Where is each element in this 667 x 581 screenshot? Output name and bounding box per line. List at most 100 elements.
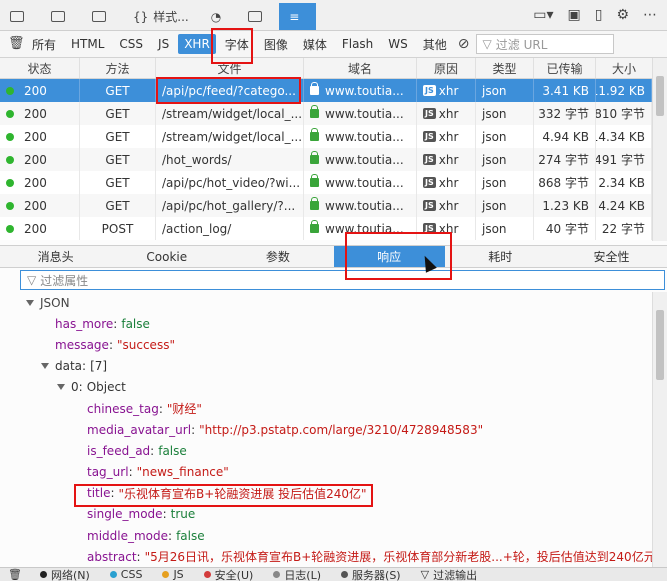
trash-icon[interactable]: 🗑 <box>0 568 30 581</box>
gear-icon[interactable]: ⚙ <box>616 7 629 23</box>
expand-triangle-icon[interactable] <box>26 299 34 306</box>
devtools-tab-style-editor[interactable]: {} 样式... <box>123 3 201 30</box>
devtools-tab-console[interactable] <box>41 3 82 30</box>
filter-media[interactable]: 媒体 <box>297 34 333 54</box>
js-badge-icon: JS <box>423 223 436 234</box>
logging-dot-icon <box>273 571 281 578</box>
debugger-icon <box>92 11 106 22</box>
devtools-tab-memory[interactable] <box>238 3 279 30</box>
bottom-filter-output[interactable]: ▽ 过滤输出 <box>411 568 487 581</box>
json-response-tree: JSON has_more: false message: "success" da… <box>0 292 652 567</box>
table-row[interactable]: 200 GET /stream/widget/local_... www.tou… <box>0 102 652 125</box>
bottom-filter-js[interactable]: JS <box>152 568 193 581</box>
table-row[interactable]: 200 GET /api/pc/hot_video/?wi... www.tou… <box>0 171 652 194</box>
filter-url-input[interactable]: ▽ 过滤 URL <box>475 34 614 54</box>
filter-fonts[interactable]: 字体 <box>219 34 255 54</box>
expand-triangle-icon[interactable] <box>41 363 49 370</box>
response-scrollbar[interactable] <box>652 292 667 567</box>
js-badge-icon: JS <box>423 200 436 211</box>
json-line[interactable]: has_more: false <box>0 313 652 334</box>
header-domain[interactable]: 域名 <box>304 58 417 78</box>
bottom-filter-security[interactable]: 安全(U) <box>194 568 264 581</box>
devtools-tab-inspector[interactable] <box>0 3 41 30</box>
header-type[interactable]: 类型 <box>476 58 534 78</box>
server-dot-icon <box>341 571 349 578</box>
table-row[interactable]: 200 GET /api/pc/feed/?catego... www.tout… <box>0 79 652 102</box>
table-row[interactable]: 200 GET /stream/widget/local_... www.tou… <box>0 125 652 148</box>
bottom-filter-logging[interactable]: 日志(L) <box>263 568 331 581</box>
devtools-toolbar-icons: ▭▾ ▣ ▯ ⚙ ⋯ <box>533 0 667 30</box>
expand-triangle-icon[interactable] <box>57 384 65 391</box>
filter-ws[interactable]: WS <box>382 34 413 54</box>
lock-icon <box>310 128 319 141</box>
bottom-filter-css[interactable]: CSS <box>100 568 153 581</box>
header-transferred[interactable]: 已传输 <box>534 58 596 78</box>
persist-logs-icon[interactable]: ⊘ <box>458 36 470 52</box>
js-badge-icon: JS <box>423 131 436 142</box>
filter-funnel-icon: ▽ <box>482 37 492 51</box>
devtools-tab-debugger[interactable] <box>82 3 123 30</box>
json-line[interactable]: abstract: "5月26日讯，乐视体育宣布B+轮融资进展，乐视体育部分新老股… <box>0 546 652 567</box>
tab-timings[interactable]: 耗时 <box>445 246 556 267</box>
json-line[interactable]: single_mode: true <box>0 504 652 525</box>
inspector-icon <box>10 11 24 22</box>
tab-params[interactable]: 参数 <box>222 246 333 267</box>
tab-headers[interactable]: 消息头 <box>0 246 111 267</box>
filter-images[interactable]: 图像 <box>258 34 294 54</box>
status-ok-icon <box>6 178 14 187</box>
json-line[interactable]: media_avatar_url: "http://p3.pstatp.com/l… <box>0 419 652 440</box>
trash-icon[interactable]: 🗑 <box>8 36 25 51</box>
lock-icon <box>310 151 319 164</box>
devtools-tab-strip: {} 样式... ◔ ≡ ▭▾ ▣ ▯ ⚙ ⋯ <box>0 0 667 31</box>
json-line[interactable]: 0: Object <box>0 377 652 398</box>
dock-layout-icon[interactable]: ▭▾ <box>533 7 553 23</box>
scrollbar-thumb[interactable] <box>656 310 664 380</box>
tab-cookies[interactable]: Cookie <box>111 246 222 267</box>
filter-all[interactable]: 所有 <box>26 34 62 54</box>
json-line-title[interactable]: title: "乐视体育宣布B+轮融资进展 投后估值240亿" <box>0 483 652 504</box>
lock-icon <box>310 197 319 210</box>
js-dot-icon <box>162 571 170 578</box>
split-console-icon[interactable]: ▣ <box>567 7 580 23</box>
gauge-icon: ◔ <box>210 9 222 24</box>
tab-security[interactable]: 安全性 <box>556 246 667 267</box>
lock-icon <box>310 82 319 95</box>
filter-flash[interactable]: Flash <box>336 34 379 54</box>
json-line[interactable]: chinese_tag: "财经" <box>0 398 652 419</box>
devtools-tab-network[interactable]: ≡ <box>279 3 317 30</box>
detail-tab-bar: 消息头 Cookie 参数 响应 耗时 安全性 <box>0 245 667 268</box>
filter-xhr[interactable]: XHR <box>178 34 216 54</box>
filter-css[interactable]: CSS <box>113 34 149 54</box>
filter-html[interactable]: HTML <box>65 34 110 54</box>
json-line[interactable]: data: [7] <box>0 356 652 377</box>
json-line[interactable]: message: "success" <box>0 334 652 355</box>
json-line[interactable]: tag_url: "news_finance" <box>0 462 652 483</box>
scrollbar-thumb[interactable] <box>656 76 664 116</box>
header-method[interactable]: 方法 <box>80 58 156 78</box>
filter-other[interactable]: 其他 <box>417 34 453 54</box>
header-size[interactable]: 大小 <box>596 58 652 78</box>
js-badge-icon: JS <box>423 85 436 96</box>
json-line[interactable]: middle_mode: false <box>0 525 652 546</box>
filter-js[interactable]: JS <box>152 34 175 54</box>
json-root[interactable]: JSON <box>0 292 652 313</box>
table-row[interactable]: 200 GET /hot_words/ www.toutia... JS xhr … <box>0 148 652 171</box>
bottom-filter-server[interactable]: 服务器(S) <box>331 568 411 581</box>
status-ok-icon <box>6 109 14 118</box>
devtools-tab-performance[interactable]: ◔ <box>201 3 238 30</box>
memory-icon <box>248 11 263 22</box>
header-status[interactable]: 状态 <box>0 58 80 78</box>
table-row[interactable]: 200 GET /api/pc/hot_gallery/?... www.tou… <box>0 194 652 217</box>
table-row[interactable]: 200 POST /action_log/ www.toutia... JS xh… <box>0 217 652 240</box>
json-line[interactable]: is_feed_ad: false <box>0 440 652 461</box>
js-badge-icon: JS <box>423 154 436 165</box>
more-icon[interactable]: ⋯ <box>643 7 657 23</box>
bottom-filter-network[interactable]: 网络(N) <box>30 568 100 581</box>
header-cause[interactable]: 原因 <box>417 58 476 78</box>
request-table-body: 200 GET /api/pc/feed/?catego... www.tout… <box>0 79 652 241</box>
request-list-scrollbar[interactable] <box>652 58 667 241</box>
filter-properties-input[interactable]: ▽ 过滤属性 <box>20 270 665 290</box>
responsive-design-icon[interactable]: ▯ <box>595 7 603 23</box>
js-badge-icon: JS <box>423 108 436 119</box>
header-file[interactable]: 文件 <box>156 58 304 78</box>
